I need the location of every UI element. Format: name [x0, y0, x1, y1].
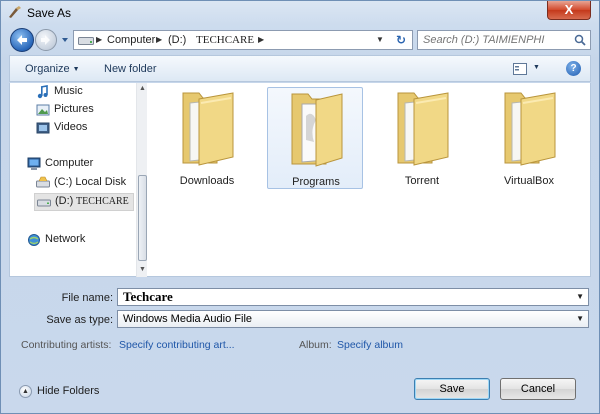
search-input[interactable] — [418, 31, 572, 49]
views-icon — [513, 63, 527, 75]
sidebar-item-music[interactable]: Music — [36, 84, 132, 100]
forward-arrow-icon — [41, 35, 50, 45]
filename-label: File name: — [61, 292, 113, 304]
drive-icon — [78, 37, 94, 45]
organize-button[interactable]: Organize ▼ — [25, 63, 80, 75]
folder-icon — [182, 92, 234, 166]
savetype-value: Windows Media Audio File — [123, 313, 253, 325]
new-folder-button[interactable]: New folder — [104, 63, 157, 75]
title-bar: Save As X — [1, 1, 599, 25]
organize-label: Organize — [25, 63, 70, 75]
help-button[interactable]: ? — [566, 61, 581, 76]
back-button[interactable] — [10, 28, 34, 52]
folder-label: VirtualBox — [504, 175, 554, 187]
album-label: Album: — [299, 339, 332, 351]
views-button[interactable]: ▼ — [513, 62, 541, 76]
sidebar-item-label: (D:) — [55, 195, 74, 207]
navigation-pane: Music Pictures Videos Computer (C:) Loca… — [9, 83, 148, 277]
file-list: Downloads Programs Torrent VirtualBox — [147, 83, 591, 277]
sidebar-item-label: Pictures — [54, 103, 94, 115]
save-button[interactable]: Save — [414, 378, 490, 400]
sidebar-item-local-disk-c[interactable]: (C:) Local Disk — [36, 175, 132, 191]
sidebar-item-label-suffix: TECHCARE — [76, 196, 129, 207]
sidebar-item-videos[interactable]: Videos — [36, 120, 132, 136]
search-box[interactable] — [417, 30, 591, 50]
sidebar-item-computer[interactable]: Computer — [27, 156, 132, 172]
address-bar[interactable]: ▶ Computer ▶ (D:) TECHCARE ▶ ▼ ↻ — [73, 30, 413, 50]
folder-icon — [291, 93, 343, 167]
dropdown-arrow-icon[interactable]: ▼ — [576, 314, 584, 323]
hide-folders-label: Hide Folders — [37, 385, 100, 397]
album-link[interactable]: Specify album — [337, 339, 403, 351]
sidebar-item-label: Computer — [45, 157, 94, 169]
address-dropdown-icon[interactable]: ▼ — [376, 35, 384, 44]
caret-down-icon: ▼ — [533, 64, 540, 71]
folder-label: Torrent — [404, 175, 440, 187]
breadcrumb-separator-icon: ▶ — [156, 35, 163, 44]
pictures-icon — [36, 104, 50, 116]
close-button[interactable]: X — [547, 1, 591, 20]
caret-down-icon: ▼ — [72, 66, 80, 73]
music-icon — [37, 85, 48, 99]
sidebar-item-drive-d[interactable]: (D:) TECHCARE — [34, 193, 134, 211]
back-arrow-icon — [17, 35, 27, 45]
breadcrumb-separator-icon: ▶ — [96, 35, 103, 44]
folder-label: Programs — [292, 176, 340, 188]
breadcrumb-computer[interactable]: Computer — [107, 34, 155, 46]
drive-icon — [36, 176, 50, 188]
videos-icon — [36, 122, 50, 134]
recent-locations-chevron-icon[interactable] — [59, 32, 71, 46]
folder-label: Downloads — [179, 175, 235, 187]
breadcrumb-separator-icon: ▶ — [258, 35, 265, 44]
sidebar-item-label: Videos — [54, 121, 88, 133]
sidebar-item-label: Music — [54, 85, 83, 97]
drive-icon — [37, 199, 51, 207]
breadcrumb-techcare[interactable]: TECHCARE — [196, 34, 254, 46]
chevron-up-icon: ▲ — [19, 385, 32, 398]
dropdown-arrow-icon[interactable]: ▼ — [576, 292, 584, 301]
folder-item-downloads[interactable]: Downloads — [159, 87, 255, 189]
sidebar-item-pictures[interactable]: Pictures — [36, 102, 132, 118]
refresh-icon[interactable]: ↻ — [392, 33, 410, 47]
folder-icon — [504, 92, 556, 166]
computer-icon — [27, 157, 41, 170]
sidebar-item-label: (C:) Local Disk — [54, 176, 127, 188]
sidebar-item-network[interactable]: Network — [27, 232, 132, 248]
contributing-artists-link[interactable]: Specify contributing art... — [119, 339, 235, 351]
filename-field[interactable]: ▼ — [117, 288, 589, 306]
search-icon[interactable] — [574, 34, 586, 46]
folder-item-torrent[interactable]: Torrent — [374, 87, 470, 189]
filename-input[interactable] — [118, 289, 568, 305]
command-toolbar: Organize ▼ New folder ▼ ? — [9, 55, 591, 82]
contributing-artists-label: Contributing artists: — [21, 339, 112, 351]
scrollbar-thumb[interactable] — [138, 175, 147, 261]
savetype-select[interactable]: Windows Media Audio File ▼ — [117, 310, 589, 328]
window-title: Save As — [27, 6, 72, 20]
forward-button[interactable] — [35, 29, 57, 51]
folder-item-programs[interactable]: Programs — [267, 87, 363, 189]
app-icon — [9, 6, 21, 18]
breadcrumb-drive[interactable]: (D:) — [168, 34, 186, 46]
save-as-dialog: Save As X ▶ Computer ▶ (D:) TECHCARE ▶ ▼… — [0, 0, 600, 414]
folder-icon — [397, 92, 449, 166]
savetype-label: Save as type: — [46, 314, 113, 326]
scroll-down-icon[interactable]: ▼ — [139, 266, 146, 273]
scroll-up-icon[interactable]: ▲ — [139, 85, 146, 92]
network-icon — [28, 234, 40, 246]
sidebar-item-label: Network — [45, 233, 86, 245]
cancel-button[interactable]: Cancel — [500, 378, 576, 400]
folder-item-virtualbox[interactable]: VirtualBox — [481, 87, 577, 189]
